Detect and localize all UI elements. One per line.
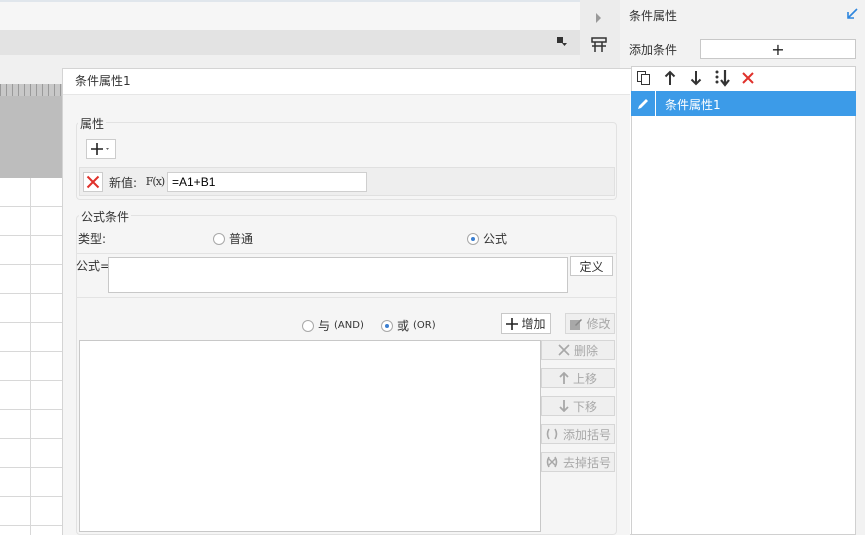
plus-icon: + bbox=[771, 39, 785, 59]
edit-pencil-icon[interactable] bbox=[631, 91, 656, 116]
sheet-header-area bbox=[0, 96, 62, 178]
remove-property-button[interactable] bbox=[83, 172, 103, 192]
move-up-label: 上移 bbox=[572, 371, 597, 386]
collapse-arrow-icon[interactable] bbox=[846, 8, 858, 20]
remove-parentheses-button[interactable]: 去掉括号 bbox=[541, 452, 615, 472]
add-condition-button[interactable]: + bbox=[700, 39, 856, 59]
edit-icon bbox=[570, 318, 583, 330]
toolbar-dropdown-icon[interactable] bbox=[556, 36, 568, 48]
logic-or-en: (OR) bbox=[413, 320, 436, 331]
logic-or-radio[interactable]: 或 (OR) bbox=[381, 317, 436, 334]
formula-condition-list[interactable] bbox=[79, 340, 541, 532]
edit-button[interactable]: 修改 bbox=[565, 313, 615, 334]
type-label: 类型: bbox=[78, 232, 107, 246]
new-value-input[interactable] bbox=[167, 172, 367, 192]
radio-dot-selected bbox=[467, 232, 479, 245]
edit-button-label: 修改 bbox=[586, 317, 611, 331]
formula-input[interactable] bbox=[108, 257, 568, 293]
side-strip bbox=[580, 0, 620, 68]
formula-divider bbox=[76, 297, 617, 298]
spreadsheet-grid[interactable] bbox=[0, 178, 62, 535]
fx-label: F(x) bbox=[145, 174, 165, 188]
logic-and-en: (AND) bbox=[334, 320, 364, 331]
arrow-down-icon[interactable] bbox=[686, 68, 706, 88]
delete-button[interactable]: 删除 bbox=[541, 340, 615, 360]
delete-button-label: 删除 bbox=[573, 343, 598, 358]
move-up-button[interactable]: 上移 bbox=[541, 368, 615, 388]
logic-and-label: 与 bbox=[318, 319, 331, 333]
define-button[interactable]: 定义 bbox=[570, 256, 613, 276]
radio-dot bbox=[302, 319, 314, 332]
arrow-up-icon[interactable] bbox=[660, 68, 680, 88]
remove-parentheses-icon bbox=[546, 456, 558, 468]
condition-list bbox=[631, 66, 856, 535]
type-formula-label: 公式 bbox=[483, 232, 508, 246]
sheet-ruler bbox=[0, 84, 62, 96]
app-root: 条件属性 添加条件 + 条件属性1 条件属性1 属性 新值: F(x) =A1+… bbox=[0, 0, 865, 535]
add-condition-label: 添加条件 bbox=[629, 43, 678, 57]
formula-condition-label: 公式条件 bbox=[79, 208, 132, 225]
property-group-label: 属性 bbox=[78, 115, 107, 132]
arrow-up-icon bbox=[559, 372, 569, 384]
condition-toolbar bbox=[634, 68, 758, 88]
parentheses-icon bbox=[546, 428, 558, 440]
type-divider bbox=[76, 253, 617, 254]
move-down-label: 下移 bbox=[572, 399, 597, 414]
type-formula-radio[interactable]: 公式 bbox=[467, 230, 507, 247]
dialog-title: 条件属性1 bbox=[75, 74, 131, 88]
formula-fx-button[interactable]: F(x) bbox=[145, 171, 165, 191]
logic-and-radio[interactable]: 与 (AND) bbox=[302, 317, 364, 334]
add-button-label: 增加 bbox=[521, 317, 546, 331]
expand-arrow-icon[interactable] bbox=[596, 13, 601, 23]
formula-label: 公式= bbox=[76, 259, 111, 273]
type-normal-radio[interactable]: 普通 bbox=[213, 230, 253, 247]
logic-or-label: 或 bbox=[397, 319, 410, 333]
add-property-button[interactable] bbox=[86, 139, 116, 159]
panel-title: 条件属性 bbox=[629, 9, 678, 23]
sort-down-icon[interactable] bbox=[712, 68, 732, 88]
plus-icon bbox=[506, 317, 519, 330]
new-value-label: 新值: bbox=[109, 176, 138, 190]
condition-list-item[interactable]: 条件属性1 bbox=[631, 91, 856, 116]
delete-x-icon bbox=[558, 344, 570, 356]
add-button[interactable]: 增加 bbox=[501, 313, 551, 334]
copy-icon[interactable] bbox=[634, 68, 654, 88]
cell-attribute-icon[interactable] bbox=[591, 37, 607, 53]
background-top-bar bbox=[0, 0, 580, 30]
condition-item-label: 条件属性1 bbox=[665, 98, 721, 112]
radio-dot-selected bbox=[381, 319, 393, 332]
add-parentheses-label: 添加括号 bbox=[562, 427, 611, 442]
delete-icon[interactable] bbox=[738, 68, 758, 88]
add-parentheses-button[interactable]: 添加括号 bbox=[541, 424, 615, 444]
background-toolbar bbox=[0, 30, 580, 55]
remove-parentheses-label: 去掉括号 bbox=[562, 455, 611, 470]
type-normal-label: 普通 bbox=[229, 232, 254, 246]
arrow-down-icon bbox=[559, 400, 569, 412]
radio-dot bbox=[213, 232, 225, 245]
move-down-button[interactable]: 下移 bbox=[541, 396, 615, 416]
